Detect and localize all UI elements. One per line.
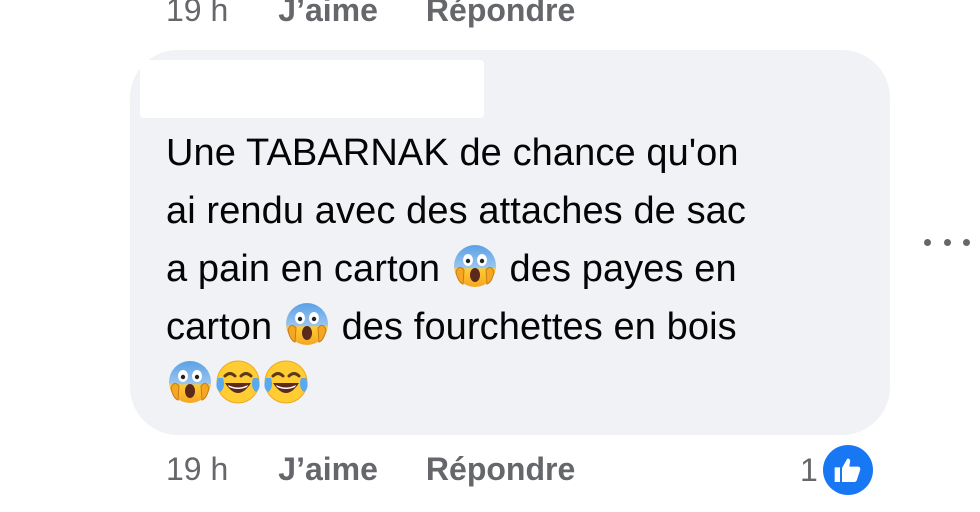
comment-line: ai rendu avec des attaches de sac: [166, 190, 746, 232]
comment-line: [166, 356, 866, 414]
previous-comment-actions: 19 h J’aime Répondre: [166, 0, 623, 26]
author-name-redacted: [140, 60, 484, 118]
like-link[interactable]: J’aime: [278, 0, 378, 26]
comment-text-segment: a pain en carton: [166, 248, 441, 290]
comment-line: carton des fourchettes en bois: [166, 298, 866, 356]
comment-line: Une TABARNAK de chance qu'on: [166, 132, 739, 174]
reply-link[interactable]: Répondre: [426, 453, 575, 485]
comment-text-segment: des payes en: [509, 248, 737, 290]
comment-timestamp[interactable]: 19 h: [166, 0, 228, 26]
comment-text-segment: des fourchettes en bois: [341, 306, 737, 348]
comment-line: a pain en carton des payes en: [166, 240, 866, 298]
face-with-tears-of-joy-icon: [216, 360, 260, 404]
thumbs-up-icon: [834, 458, 861, 482]
comment-thread: 19 h J’aime Répondre Une TABARNAK de cha…: [0, 0, 980, 512]
reaction-count: 1: [800, 452, 818, 488]
face-screaming-in-fear-icon: [285, 303, 328, 345]
dot-icon: [943, 238, 951, 246]
comment-text-segment: carton: [166, 306, 273, 348]
reply-link[interactable]: Répondre: [426, 0, 575, 26]
comment-body: Une TABARNAK de chance qu'on ai rendu av…: [166, 124, 866, 414]
face-screaming-in-fear-icon: [169, 361, 211, 403]
like-reaction-badge: [819, 442, 876, 498]
more-options-button[interactable]: [924, 232, 970, 252]
dot-icon: [924, 238, 931, 246]
face-with-tears-of-joy-icon: [264, 360, 308, 404]
dot-icon: [963, 238, 970, 246]
comment-actions: 19 h J’aime Répondre: [166, 453, 623, 485]
face-screaming-in-fear-icon: [453, 245, 496, 287]
comment-timestamp[interactable]: 19 h: [166, 453, 228, 485]
reaction-summary[interactable]: 1: [800, 442, 876, 498]
like-link[interactable]: J’aime: [278, 453, 378, 485]
